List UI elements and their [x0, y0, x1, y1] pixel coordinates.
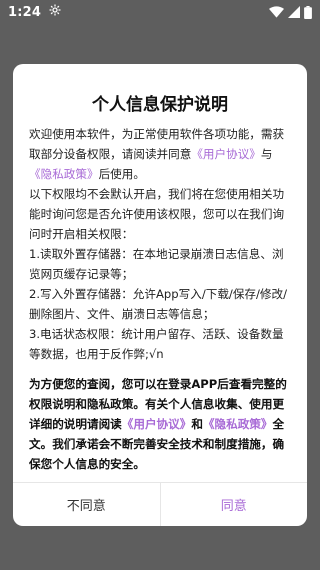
status-time: 1:24 — [8, 4, 42, 20]
dialog-title: 个人信息保护说明 — [92, 95, 228, 115]
user-agreement-link[interactable]: 《用户协议》 — [191, 147, 261, 161]
permission-notice: 以下权限均不会默认开启，我们将在您使用相关功能时询问您是否允许使用该权限，您可以… — [29, 187, 285, 241]
permission-item-phone-state: 3.电话状态权限：统计用户留存、活跃、设备数量等数据，也用于反作弊;√n — [29, 327, 284, 361]
permission-item-storage-write: 2.写入外置存储器：允许App写入/下载/保存/修改/删除图片、文件、崩溃日志等… — [29, 287, 288, 321]
summary-conjunction: 和 — [191, 417, 203, 431]
intro-conjunction: 与 — [260, 147, 273, 161]
disagree-button[interactable]: 不同意 — [13, 483, 161, 526]
wifi-icon — [269, 6, 284, 18]
intro-suffix: 后使用。 — [98, 167, 145, 181]
dialog-footer: 不同意 同意 — [13, 482, 307, 526]
permission-item-storage-read: 1.读取外置存储器：在本地记录崩溃日志信息、浏览网页缓存记录等； — [29, 247, 284, 281]
status-bar: 1:24 — [0, 0, 320, 24]
battery-icon — [304, 5, 312, 19]
agree-button[interactable]: 同意 — [161, 483, 308, 526]
gear-icon — [49, 4, 61, 20]
summary-privacy-policy-link[interactable]: 《隐私政策》 — [203, 417, 273, 431]
summary-user-agreement-link[interactable]: 《用户协议》 — [122, 417, 192, 431]
intro-paragraph: 欢迎使用本软件，为正常使用软件各项功能，需获取部分设备权限，请阅读并同意《用户协… — [29, 124, 295, 184]
privacy-policy-link[interactable]: 《隐私政策》 — [29, 167, 99, 181]
privacy-dialog: 个人信息保护说明 欢迎使用本软件，为正常使用软件各项功能，需获取部分设备权限，请… — [13, 64, 307, 526]
dialog-body: 欢迎使用本软件，为正常使用软件各项功能，需获取部分设备权限，请阅读并同意《用户协… — [29, 124, 295, 474]
signal-icon — [288, 6, 300, 18]
summary-paragraph: 为方便您的查阅，您可以在登录APP后查看完整的权限说明和隐私政策。有关个人信息收… — [29, 374, 295, 474]
navigation-bar — [0, 566, 320, 570]
status-right — [269, 5, 312, 19]
status-left: 1:24 — [8, 4, 61, 20]
